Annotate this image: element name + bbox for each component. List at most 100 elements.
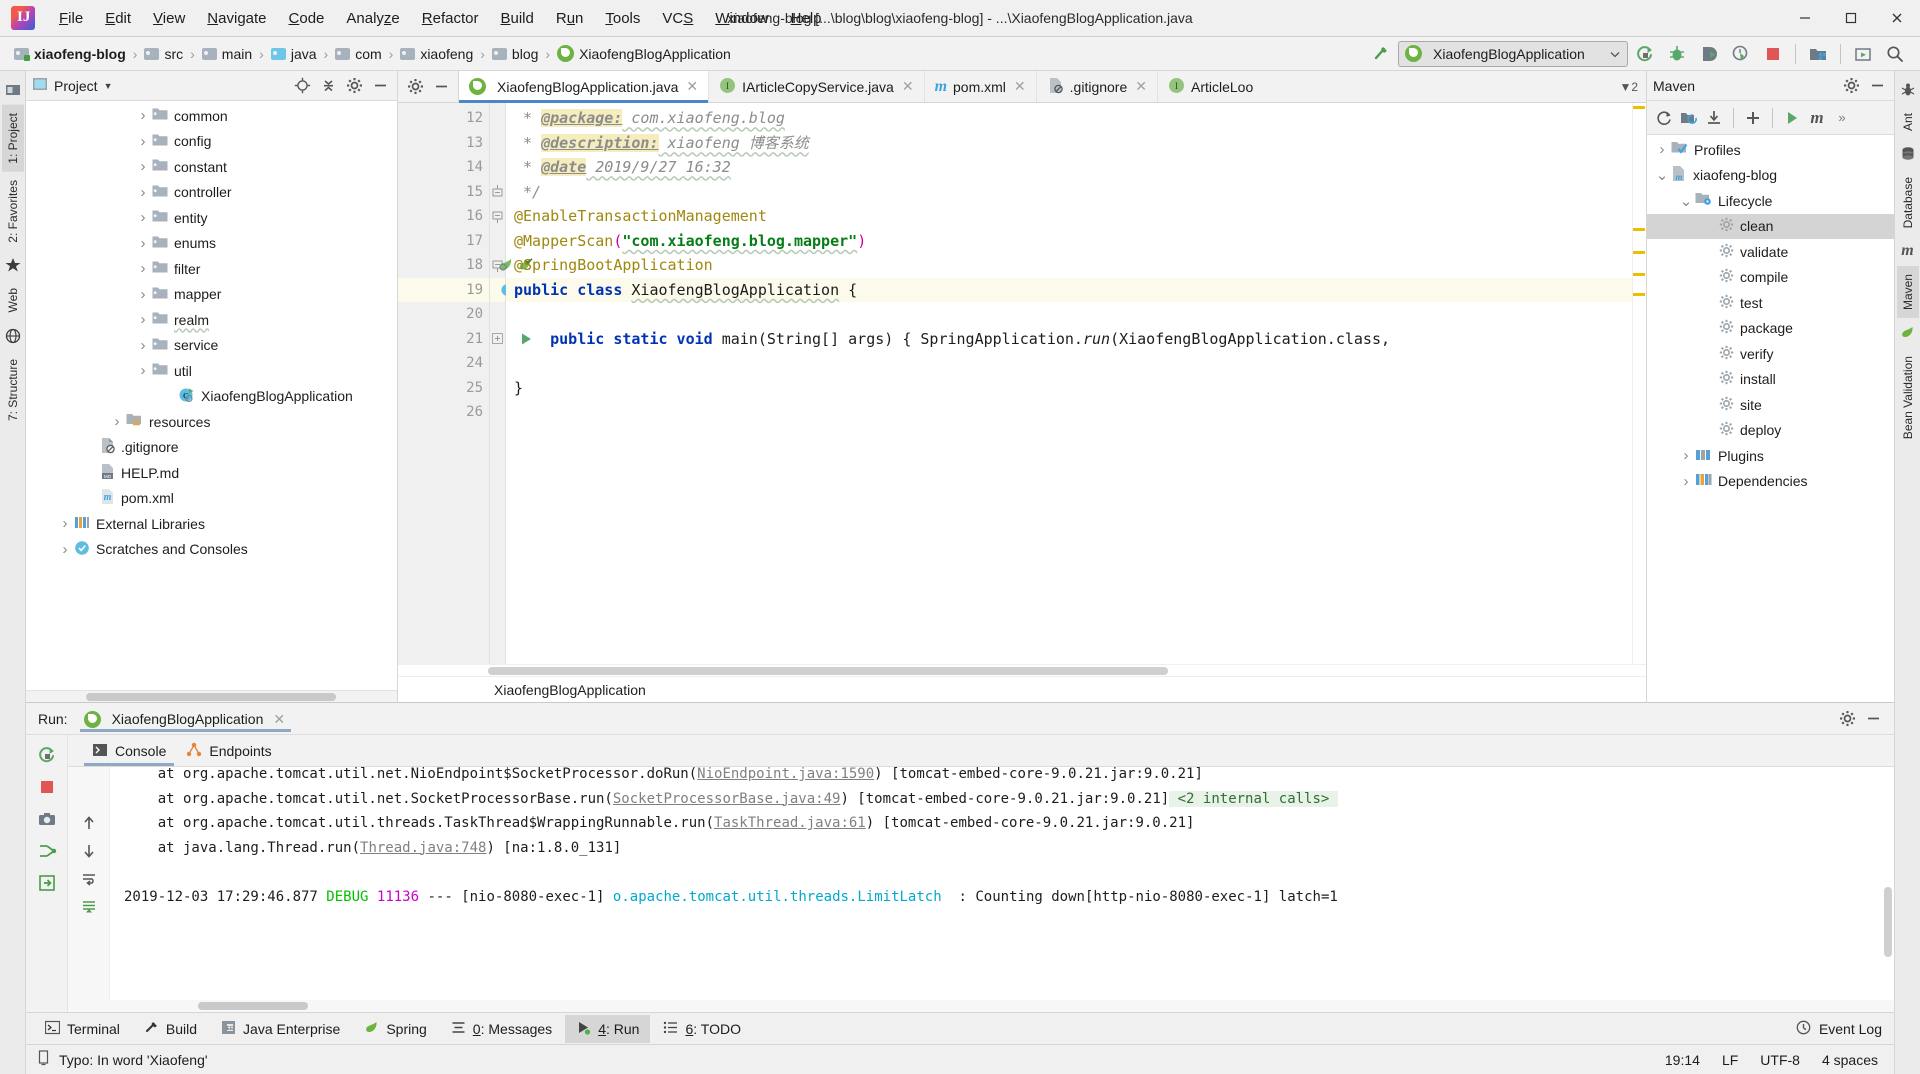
project-tree-row[interactable]: .gitignore xyxy=(26,435,397,461)
hide-tool-window-icon[interactable] xyxy=(1866,75,1888,97)
code-line[interactable]: */ xyxy=(506,180,1632,205)
maximize-button[interactable] xyxy=(1828,0,1874,36)
breadcrumb-src[interactable]: src xyxy=(142,44,185,64)
reimport-icon[interactable] xyxy=(1653,107,1675,129)
stack-trace-link[interactable]: Thread.java:748 xyxy=(360,840,486,856)
toolwindow-todo[interactable]: 6: TODO xyxy=(652,1015,752,1043)
chevron-right-icon[interactable]: › xyxy=(1677,473,1695,490)
menu-code[interactable]: Code xyxy=(278,6,336,31)
chevron-right-icon[interactable]: › xyxy=(134,133,152,150)
menu-run[interactable]: Run xyxy=(545,6,595,31)
code-line[interactable]: @EnableTransactionManagement xyxy=(506,204,1632,229)
generate-sources-icon[interactable] xyxy=(1678,107,1700,129)
code-line[interactable]: @MapperScan("com.xiaofeng.blog.mapper") xyxy=(506,229,1632,254)
maven-tree-row[interactable]: test xyxy=(1647,290,1894,316)
run-tab-xiaofengblogapplication[interactable]: XiaofengBlogApplication ✕ xyxy=(76,706,296,732)
stop-button[interactable] xyxy=(1758,40,1788,68)
sidebar-item-ant[interactable]: Ant xyxy=(1897,105,1919,139)
project-tree-row[interactable]: › controller xyxy=(26,180,397,206)
gutter-line-number[interactable]: 15 xyxy=(398,180,489,205)
code-line[interactable] xyxy=(506,351,1632,376)
close-icon[interactable]: ✕ xyxy=(1014,78,1026,95)
code-line[interactable]: * @package: com.xiaofeng.blog xyxy=(506,106,1632,131)
project-tree-row[interactable]: › enums xyxy=(26,231,397,257)
project-tree-row[interactable]: › mapper xyxy=(26,282,397,308)
thread-dump-icon[interactable] xyxy=(33,837,61,865)
chevron-right-icon[interactable]: › xyxy=(56,541,74,558)
menu-vcs[interactable]: VCS xyxy=(651,6,704,31)
more-actions-icon[interactable]: » xyxy=(1831,107,1853,129)
project-tree-row[interactable]: › service xyxy=(26,333,397,359)
minimize-button[interactable] xyxy=(1782,0,1828,36)
chevron-right-icon[interactable]: › xyxy=(1653,141,1671,158)
menu-file[interactable]: File xyxy=(48,6,94,31)
gutter-line-number[interactable]: 26 xyxy=(398,400,489,425)
project-structure-button[interactable] xyxy=(1803,40,1833,68)
chevron-down-icon[interactable]: ⌄ xyxy=(1653,166,1671,184)
menu-view[interactable]: View xyxy=(142,6,196,31)
breadcrumb-main[interactable]: main xyxy=(200,44,254,64)
down-arrow-icon[interactable] xyxy=(75,837,103,865)
toolwindow-run[interactable]: 4: Run xyxy=(565,1014,651,1043)
download-sources-icon[interactable] xyxy=(1703,107,1725,129)
project-tree-row[interactable]: › entity xyxy=(26,205,397,231)
project-tree-row[interactable]: › External Libraries xyxy=(26,511,397,537)
project-tree[interactable]: › common › config › constant › controller › entit… xyxy=(26,101,397,690)
settings-gear-icon[interactable] xyxy=(1836,708,1858,730)
chevron-right-icon[interactable]: › xyxy=(56,515,74,532)
project-tree-row[interactable]: m pom.xml xyxy=(26,486,397,512)
editor-tab-overflow[interactable]: ▼2 xyxy=(1611,71,1646,102)
close-icon[interactable]: ✕ xyxy=(902,78,914,95)
project-tool-window-title[interactable]: Project ▼ xyxy=(32,76,113,95)
fold-marker-icon[interactable] xyxy=(490,327,505,352)
sidebar-item-maven[interactable]: Maven xyxy=(1896,266,1919,319)
chevron-right-icon[interactable]: › xyxy=(134,209,152,226)
chevron-right-icon[interactable]: › xyxy=(134,286,152,303)
breadcrumb-java[interactable]: java xyxy=(269,44,319,64)
maven-tree-row[interactable]: package xyxy=(1647,316,1894,342)
web-globe-icon[interactable] xyxy=(3,326,23,346)
editor-code-text[interactable]: * @package: com.xiaofeng.blog * @descrip… xyxy=(506,103,1632,664)
run-configuration-selector[interactable]: XiaofengBlogApplication xyxy=(1398,40,1628,67)
gutter-line-number[interactable]: 20 xyxy=(398,302,489,327)
main-menu[interactable]: File Edit View Navigate Code Analyze Ref… xyxy=(48,6,833,31)
maven-tree-row[interactable]: verify xyxy=(1647,341,1894,367)
run-button[interactable] xyxy=(1630,40,1660,68)
maven-tree-row[interactable]: deploy xyxy=(1647,418,1894,444)
project-tree-row[interactable]: › filter xyxy=(26,256,397,282)
project-tree-row[interactable]: › constant xyxy=(26,154,397,180)
soft-wrap-icon[interactable] xyxy=(75,865,103,893)
bean-validation-icon[interactable] xyxy=(1898,323,1918,343)
export-icon[interactable] xyxy=(33,869,61,897)
caret-position[interactable]: 19:14 xyxy=(1665,1052,1700,1068)
chevron-right-icon[interactable]: › xyxy=(108,413,126,430)
sidebar-item-database[interactable]: Database xyxy=(1897,169,1919,236)
gutter-line-number[interactable]: 25 xyxy=(398,376,489,401)
gutter-line-number[interactable]: 21 xyxy=(398,327,531,352)
scroll-to-end-icon[interactable] xyxy=(75,893,103,921)
menu-navigate[interactable]: Navigate xyxy=(196,6,277,31)
ant-icon[interactable] xyxy=(1898,80,1918,100)
chevron-right-icon[interactable]: › xyxy=(134,235,152,252)
event-log-button[interactable]: Event Log xyxy=(1796,1020,1894,1038)
chevron-right-icon[interactable]: › xyxy=(134,362,152,379)
maven-tree-row[interactable]: clean xyxy=(1647,213,1894,239)
gutter-line-number[interactable]: 14 xyxy=(398,155,489,180)
menu-refactor[interactable]: Refactor xyxy=(411,6,490,31)
stack-trace-link[interactable]: NioEndpoint.java:1590 xyxy=(697,767,874,782)
run-maven-build-icon[interactable] xyxy=(1781,107,1803,129)
locate-icon[interactable] xyxy=(291,75,313,97)
camera-icon[interactable] xyxy=(33,805,61,833)
close-button[interactable] xyxy=(1874,0,1920,36)
breadcrumb-class[interactable]: XiaofengBlogApplication xyxy=(555,43,733,64)
sidebar-item-favorites[interactable]: 2: Favorites xyxy=(2,172,24,251)
editor-horizontal-scrollbar[interactable] xyxy=(398,664,1646,676)
editor-tab-xiaofengblogapplication[interactable]: XiaofengBlogApplication.java ✕ xyxy=(459,71,710,103)
project-tree-row[interactable]: › realm xyxy=(26,307,397,333)
editor-gutter[interactable]: 12 13 14 15 16 17 18 19 20 21 24 25 26 xyxy=(398,103,533,664)
indent-setting[interactable]: 4 spaces xyxy=(1822,1052,1878,1068)
gutter-line-number[interactable]: 18 xyxy=(398,253,533,278)
menu-tools[interactable]: Tools xyxy=(594,6,651,31)
hammer-build-icon[interactable] xyxy=(1366,40,1396,68)
settings-gear-icon[interactable] xyxy=(404,76,426,98)
